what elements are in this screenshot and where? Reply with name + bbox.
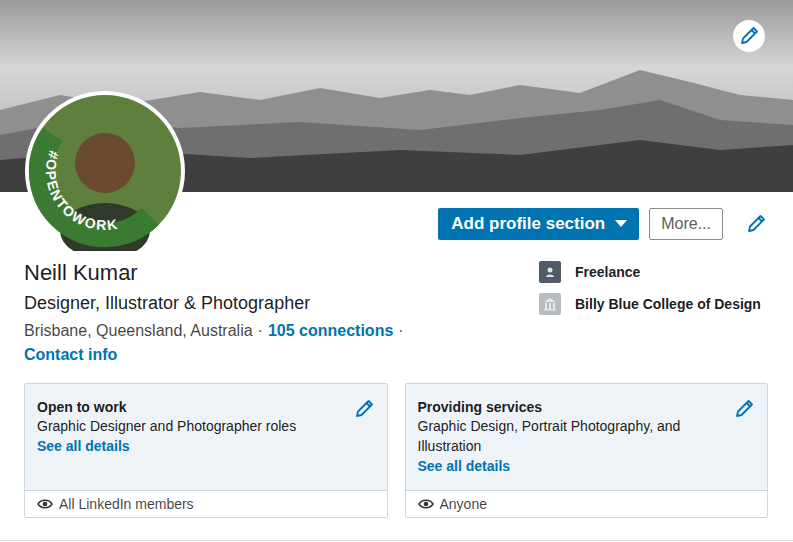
location-line: Brisbane, Queensland, Australia·105 conn… <box>24 319 539 343</box>
card-body: Providing servicesGraphic Design, Portra… <box>406 384 768 490</box>
card-title: Providing services <box>418 398 734 416</box>
edit-cover-button[interactable] <box>733 20 765 52</box>
separator: · <box>258 319 263 343</box>
visibility-label: Anyone <box>440 496 487 512</box>
separator: · <box>398 319 403 343</box>
profile-headline: Designer, Illustrator & Photographer <box>24 291 539 315</box>
caret-down-icon[interactable] <box>615 220 627 228</box>
location: Brisbane, Queensland, Australia <box>24 319 253 343</box>
profile-card: #OPENTOWORK Add profile section More... Nei… <box>0 0 793 541</box>
more-button[interactable]: More... <box>649 208 723 240</box>
experience-item[interactable]: Freelance <box>539 261 769 283</box>
experience-item[interactable]: Billy Blue College of Design <box>539 293 769 315</box>
school-logo <box>539 293 561 315</box>
info-card: Providing servicesGraphic Design, Portra… <box>405 383 769 518</box>
button-label: Add profile section <box>451 214 605 234</box>
card-description: Graphic Design, Portrait Photography, an… <box>418 416 708 456</box>
card-description: Graphic Designer and Photographer roles <box>37 416 327 436</box>
profile-info: Neill Kumar Designer, Illustrator & Photo… <box>0 240 793 367</box>
eye-icon <box>418 496 434 512</box>
see-all-details-link[interactable]: See all details <box>418 456 734 476</box>
see-all-details-link[interactable]: See all details <box>37 436 353 456</box>
contact-info-link[interactable]: Contact info <box>24 343 539 367</box>
pencil-icon[interactable] <box>745 213 767 235</box>
visibility-label: All LinkedIn members <box>59 496 194 512</box>
profile-cards: Open to workGraphic Designer and Photogr… <box>0 367 793 518</box>
pencil-icon[interactable] <box>733 398 755 420</box>
card-text: Open to workGraphic Designer and Photogr… <box>37 398 353 478</box>
pencil-icon[interactable] <box>738 25 760 47</box>
intro: Neill Kumar Designer, Illustrator & Photo… <box>24 240 539 367</box>
experience-label: Billy Blue College of Design <box>575 293 761 315</box>
connections-link[interactable]: 105 connections <box>268 319 393 343</box>
edit-intro-button[interactable] <box>745 213 767 235</box>
eye-icon <box>37 496 53 512</box>
profile-photo[interactable]: #OPENTOWORK <box>25 91 185 251</box>
building-icon <box>543 297 557 311</box>
card-text: Providing servicesGraphic Design, Portra… <box>418 398 734 478</box>
add-profile-section-button[interactable]: Add profile section <box>438 208 639 240</box>
pencil-icon[interactable] <box>353 398 375 420</box>
experience-list: Freelance Billy Blue College of Design <box>539 240 769 367</box>
company-logo <box>539 261 561 283</box>
profile-name: Neill Kumar <box>24 259 539 287</box>
card-visibility: Anyone <box>406 490 768 517</box>
open-to-work-badge: #OPENTOWORK <box>43 149 120 233</box>
card-body: Open to workGraphic Designer and Photogr… <box>25 384 387 490</box>
card-title: Open to work <box>37 398 353 416</box>
card-visibility: All LinkedIn members <box>25 490 387 517</box>
experience-label: Freelance <box>575 261 640 283</box>
badge-text: #OPENTOWORK <box>43 149 120 233</box>
info-card: Open to workGraphic Designer and Photogr… <box>24 383 388 518</box>
person-icon <box>543 265 557 279</box>
